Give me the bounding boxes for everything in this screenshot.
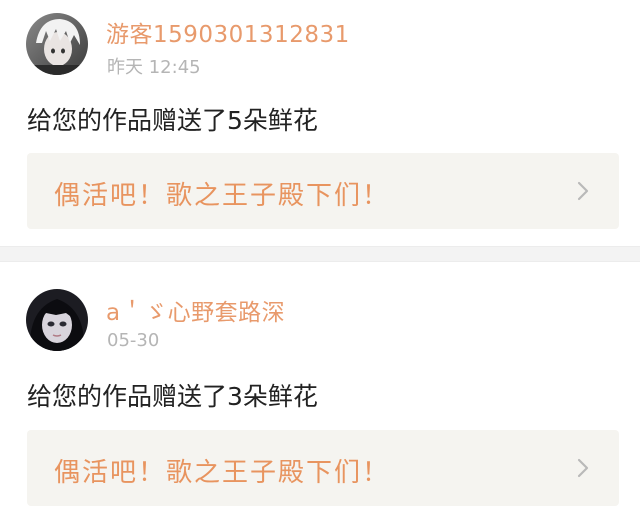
timestamp: 05-30	[107, 330, 160, 351]
work-title: 偶活吧！歌之王子殿下们！	[54, 181, 391, 211]
avatar-image	[26, 13, 88, 75]
avatar[interactable]	[26, 13, 88, 75]
chevron-right-icon	[577, 181, 589, 201]
username[interactable]: 游客1590301312831	[106, 15, 350, 49]
notification-item: a＇ゞ心野套路深 05-30 给您的作品赠送了3朵鲜花 偶活吧！歌之王子殿下们！	[0, 262, 640, 518]
avatar-image	[26, 289, 88, 351]
section-divider	[0, 246, 640, 262]
work-card[interactable]: 偶活吧！歌之王子殿下们！	[27, 430, 619, 506]
username[interactable]: a＇ゞ心野套路深	[106, 293, 285, 327]
chevron-right-icon	[577, 458, 589, 478]
notification-item: 游客1590301312831 昨天 12:45 给您的作品赠送了5朵鲜花 偶活…	[0, 0, 640, 246]
timestamp: 昨天 12:45	[107, 57, 201, 78]
avatar[interactable]	[26, 289, 88, 351]
gift-message: 给您的作品赠送了5朵鲜花	[27, 106, 318, 135]
work-title: 偶活吧！歌之王子殿下们！	[54, 458, 391, 488]
work-card[interactable]: 偶活吧！歌之王子殿下们！	[27, 153, 619, 229]
gift-message: 给您的作品赠送了3朵鲜花	[27, 382, 318, 411]
